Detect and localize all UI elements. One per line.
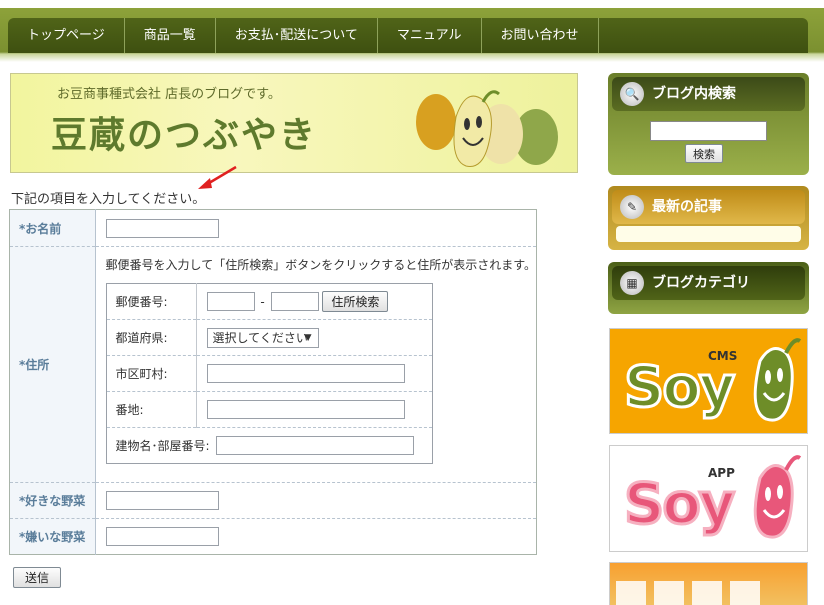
street-input[interactable] xyxy=(206,400,405,419)
soy-cms-banner[interactable]: CMS Soy xyxy=(609,328,808,434)
nav-payment-shipping[interactable]: お支払･配送について xyxy=(216,18,378,53)
favorite-vegetable-label: *好きな野菜 xyxy=(9,482,96,519)
city-input[interactable] xyxy=(206,364,405,383)
name-label: *お名前 xyxy=(9,209,96,247)
postal-separator: - xyxy=(260,295,265,309)
nav-top-page[interactable]: トップページ xyxy=(8,18,125,53)
prefecture-selected-value: 選択してください xyxy=(212,330,308,345)
prefecture-label: 都道府県: xyxy=(106,319,197,356)
blog-category-box: ▦ ブログカテゴリ xyxy=(608,262,809,314)
blog-search-header: 🔍 ブログ内検索 xyxy=(612,77,805,111)
banner-title: 豆蔵のつぶやき xyxy=(51,114,318,156)
latest-articles-title: 最新の記事 xyxy=(652,199,722,215)
address-table: 郵便番号: - 住所検索 都道府県: 選択してください ▼ 市区町村: 番地: … xyxy=(105,283,433,464)
address-note: 郵便番号を入力して「住所検索」ボタンをクリックすると住所が表示されます。 xyxy=(105,258,536,272)
postal-code-second-input[interactable] xyxy=(270,292,319,311)
favorite-vegetable-input[interactable] xyxy=(105,491,219,510)
blog-category-title: ブログカテゴリ xyxy=(652,275,750,291)
form-intro-text: 下記の項目を入力してください。 xyxy=(11,192,206,207)
farm-diary-banner[interactable] xyxy=(609,562,808,605)
building-input[interactable] xyxy=(216,436,415,455)
city-label: 市区町村: xyxy=(106,355,197,392)
blog-search-title: ブログ内検索 xyxy=(652,86,736,102)
latest-articles-box: ✎ 最新の記事 xyxy=(608,186,809,250)
blog-search-input[interactable] xyxy=(650,121,767,141)
contact-form: *お名前 *住所 郵便番号を入力して「住所検索」ボタンをクリックすると住所が表示… xyxy=(9,209,537,555)
postal-label: 郵便番号: xyxy=(106,283,197,320)
prefecture-select[interactable]: 選択してください ▼ xyxy=(206,327,319,348)
name-input[interactable] xyxy=(105,218,219,238)
bean-mascot-pink-icon xyxy=(753,455,802,539)
main-nav: トップページ 商品一覧 お支払･配送について マニュアル お問い合わせ xyxy=(8,18,808,53)
app-soy-logo-text: Soy xyxy=(622,471,736,539)
magnifier-icon: 🔍 xyxy=(620,82,644,106)
submit-button[interactable]: 送信 xyxy=(13,567,61,588)
street-label: 番地: xyxy=(106,391,197,428)
nav-manual[interactable]: マニュアル xyxy=(378,18,482,53)
blog-search-button[interactable]: 検索 xyxy=(685,144,723,163)
bean-mascot-icon xyxy=(753,338,802,422)
building-label: 建物名･部屋番号: xyxy=(115,439,210,453)
banner-subtitle: お豆商事種式会社 店長のブログです。 xyxy=(57,87,281,102)
blog-search-box: 🔍 ブログ内検索 検索 xyxy=(608,73,809,175)
address-label: *住所 xyxy=(9,246,96,483)
disliked-vegetable-label: *嫌いな野菜 xyxy=(9,518,96,555)
chevron-down-icon: ▼ xyxy=(304,332,312,343)
soy-app-banner[interactable]: APP Soy xyxy=(609,445,808,552)
blog-banner[interactable]: お豆商事種式会社 店長のブログです。 豆蔵のつぶやき xyxy=(10,73,578,173)
address-search-button[interactable]: 住所検索 xyxy=(322,291,389,312)
cms-soy-logo-text: Soy xyxy=(622,354,736,422)
nav-products[interactable]: 商品一覧 xyxy=(125,18,216,53)
disliked-vegetable-input[interactable] xyxy=(105,527,219,546)
basket-icon: ▦ xyxy=(620,271,644,295)
farm-diary-logo-graphic xyxy=(616,581,760,605)
latest-articles-header: ✎ 最新の記事 xyxy=(612,190,805,224)
pencil-icon: ✎ xyxy=(620,195,644,219)
blog-category-header: ▦ ブログカテゴリ xyxy=(612,266,805,300)
postal-code-first-input[interactable] xyxy=(206,292,255,311)
latest-articles-list xyxy=(616,226,801,242)
nav-contact[interactable]: お問い合わせ xyxy=(482,18,599,53)
bean-characters-illustration xyxy=(416,90,558,167)
